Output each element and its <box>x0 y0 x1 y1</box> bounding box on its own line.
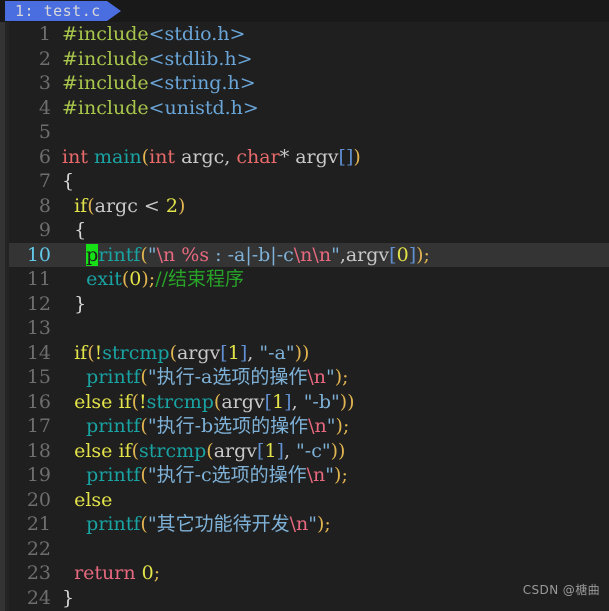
csdn-watermark: CSDN @榶曲 <box>522 583 600 597</box>
text-cursor: p <box>86 243 99 266</box>
line-number: 3 <box>38 72 51 94</box>
line-content: printf("执行-b选项的操作\n"); <box>86 415 350 437</box>
line-number: 10 <box>26 243 51 266</box>
line-number: 7 <box>38 170 51 192</box>
tab-test-c[interactable]: 1: test.c <box>5 1 121 21</box>
line-content: #include<unistd.h> <box>62 96 259 119</box>
line-number: 13 <box>26 317 51 339</box>
line-number: 23 <box>26 562 51 584</box>
tab-label: 1: test.c <box>5 1 107 21</box>
code-editor-window: 1: test.c 1 #include<stdio.h> 2 #include<s… <box>0 0 609 611</box>
code-line[interactable]: 23 return 0; <box>9 561 609 586</box>
line-number: 1 <box>38 23 51 45</box>
line-content: else if(strcmp(argv[1], "-c")) <box>74 439 346 462</box>
line-content: printf("其它功能待开发\n"); <box>86 513 331 535</box>
line-content: int main(int argc, char* argv[]) <box>62 145 361 168</box>
line-number: 20 <box>26 488 51 511</box>
code-line[interactable]: 22 <box>9 537 609 562</box>
code-line[interactable]: 9 { <box>9 218 609 243</box>
code-line[interactable]: 20 else <box>9 488 609 513</box>
line-content: { <box>62 170 75 192</box>
code-line[interactable]: 1 #include<stdio.h> <box>9 22 609 47</box>
line-content: } <box>62 586 75 609</box>
line-number: 18 <box>26 439 51 462</box>
line-content: printf("执行-a选项的操作\n"); <box>86 366 349 388</box>
tab-bar: 1: test.c <box>0 0 609 22</box>
code-line[interactable]: 18 else if(strcmp(argv[1], "-c")) <box>9 439 609 464</box>
line-number: 22 <box>26 537 51 560</box>
line-content: #include<stdio.h> <box>62 23 246 45</box>
tab-arrow-icon <box>106 1 121 21</box>
line-content: return 0; <box>74 562 161 584</box>
line-content: { <box>62 219 87 241</box>
line-content: else <box>74 488 113 511</box>
line-content: printf("\n %s : -a|-b|-c\n\n",argv[0]); <box>86 243 430 266</box>
line-content: } <box>62 292 87 315</box>
code-area[interactable]: 1 #include<stdio.h> 2 #include<stdlib.h> 3… <box>9 22 609 611</box>
code-line[interactable]: 19 printf("执行-c选项的操作\n"); <box>9 463 609 488</box>
line-number: 9 <box>38 219 51 241</box>
code-line[interactable]: 13 <box>9 316 609 341</box>
line-content: printf("执行-c选项的操作\n"); <box>86 464 348 486</box>
code-line-current[interactable]: 10 printf("\n %s : -a|-b|-c\n\n",argv[0]… <box>9 242 609 267</box>
code-line[interactable]: 17 printf("执行-b选项的操作\n"); <box>9 414 609 439</box>
line-number: 6 <box>38 145 51 168</box>
line-number: 11 <box>26 268 51 290</box>
line-content: #include<string.h> <box>62 72 256 94</box>
code-line[interactable]: 7{ <box>9 169 609 194</box>
line-number: 17 <box>26 415 51 437</box>
code-line[interactable]: 2 #include<stdlib.h> <box>9 47 609 72</box>
code-line[interactable]: 14 if(!strcmp(argv[1], "-a")) <box>9 341 609 366</box>
code-line[interactable]: 3 #include<string.h> <box>9 71 609 96</box>
line-number: 24 <box>26 586 51 609</box>
code-line[interactable]: 11 exit(0);//结束程序 <box>9 267 609 292</box>
line-content: if(!strcmp(argv[1], "-a")) <box>74 341 310 364</box>
line-content: exit(0);//结束程序 <box>86 268 244 290</box>
line-content: else if(!strcmp(argv[1], "-b")) <box>74 390 355 413</box>
line-number: 14 <box>26 341 51 364</box>
code-line[interactable]: 5 <box>9 120 609 145</box>
code-line[interactable]: 16 else if(!strcmp(argv[1], "-b")) <box>9 390 609 415</box>
code-line[interactable]: 24} <box>9 586 609 611</box>
line-number: 15 <box>26 366 51 388</box>
line-number: 12 <box>26 292 51 315</box>
code-line[interactable]: 21 printf("其它功能待开发\n"); <box>9 512 609 537</box>
code-line[interactable]: 15 printf("执行-a选项的操作\n"); <box>9 365 609 390</box>
line-content: if(argc < 2) <box>74 194 186 217</box>
line-number: 16 <box>26 390 51 413</box>
line-number: 5 <box>38 121 51 143</box>
line-number: 4 <box>38 96 51 119</box>
line-number: 21 <box>26 513 51 535</box>
code-line[interactable]: 8 if(argc < 2) <box>9 194 609 219</box>
line-number: 8 <box>38 194 51 217</box>
line-number: 19 <box>26 464 51 486</box>
line-content: #include<stdlib.h> <box>62 47 253 70</box>
code-line[interactable]: 12 } <box>9 292 609 317</box>
line-number: 2 <box>38 47 51 70</box>
code-line[interactable]: 4 #include<unistd.h> <box>9 96 609 121</box>
code-line[interactable]: 6 int main(int argc, char* argv[]) <box>9 145 609 170</box>
